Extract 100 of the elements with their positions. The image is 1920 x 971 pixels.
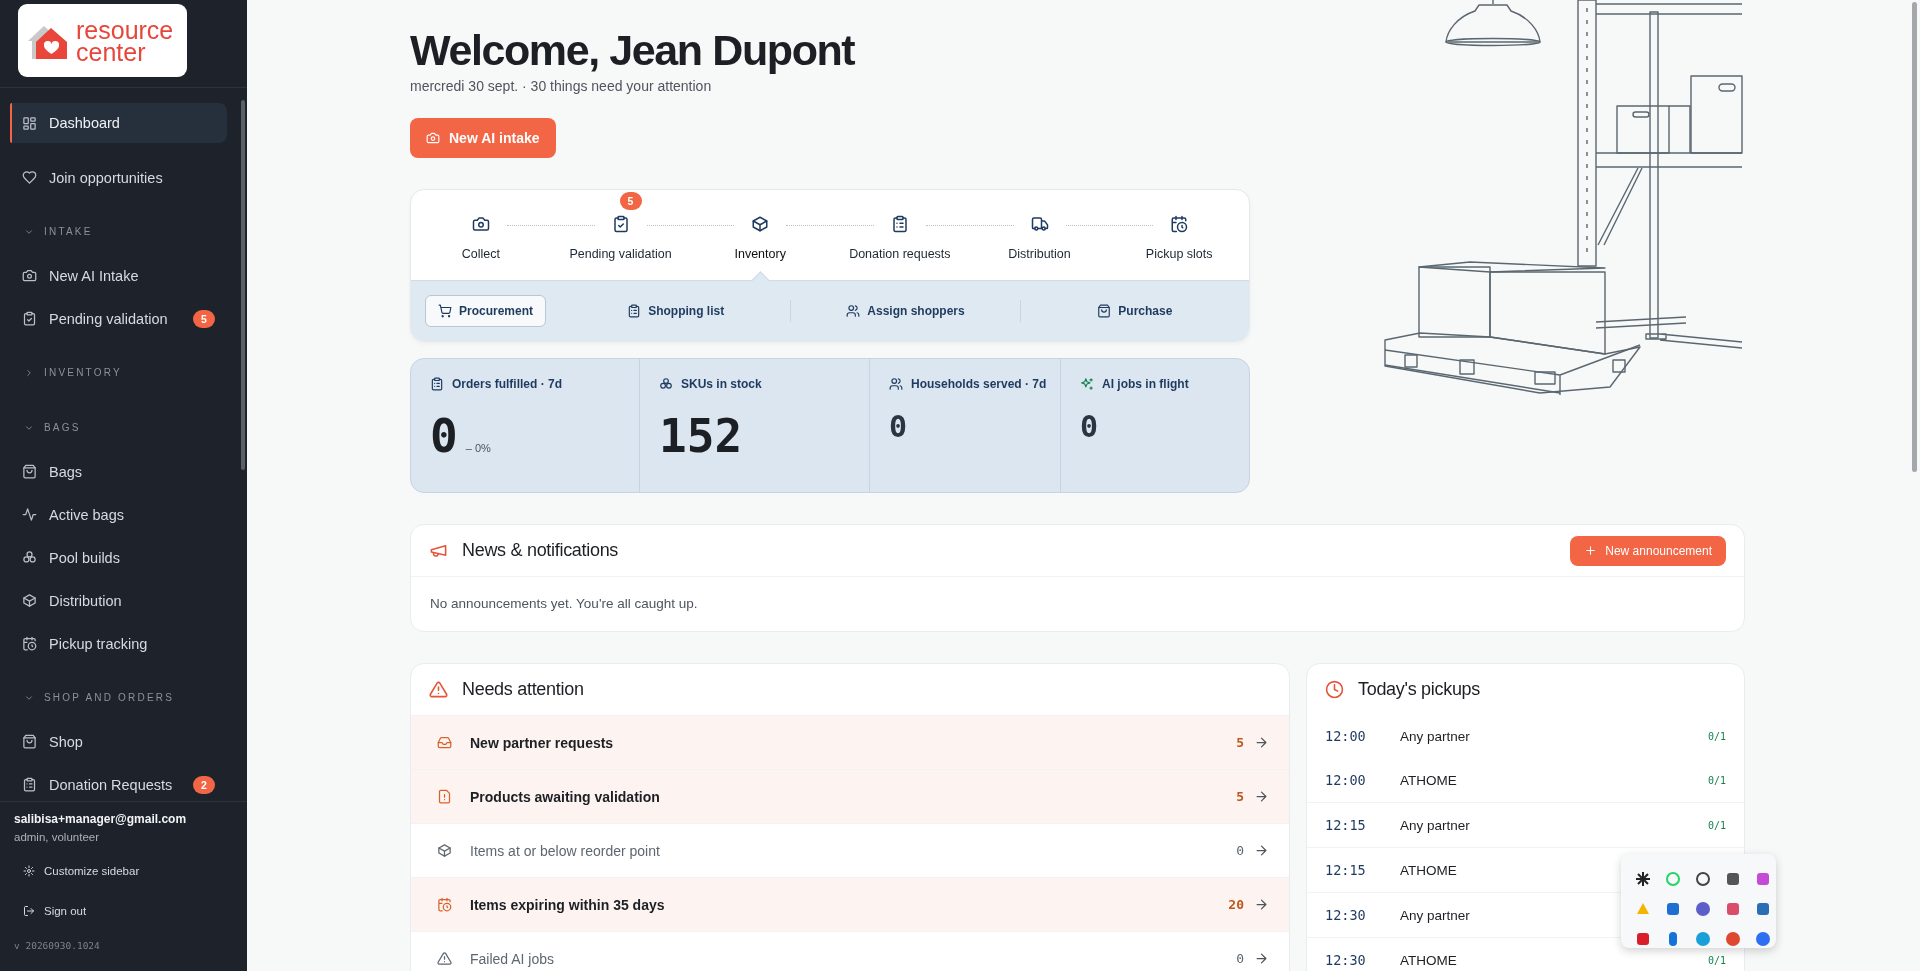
section-label: BAGS [44,422,81,433]
stat-value: 152 [659,408,743,465]
nav-item[interactable]: Pending validation 5 [10,297,227,340]
scrollbar-thumb[interactable] [1912,2,1917,472]
attention-label: Items at or below reorder point [470,842,661,859]
file-alert-icon [437,789,452,804]
pickup-partner: Any partner [1400,907,1470,923]
nav-item[interactable]: Pickup tracking [10,622,227,665]
bag-icon [1097,304,1112,318]
nav-item[interactable]: New AI Intake [10,254,227,297]
stat-value: 0 [430,408,458,465]
attention-label: Items expiring within 35 days [470,896,666,913]
plus-icon [1584,544,1598,557]
empty-message: No announcements yet. You're all caught up. [429,595,699,613]
card-title: Needs attention [462,679,585,700]
step-label: Distribution [1008,247,1071,261]
sidebar-link[interactable]: Customize sidebar [23,861,247,881]
settings-icon [23,865,35,877]
attention-label: Products awaiting validation [470,788,661,805]
pickup-time: 12:15 [1325,862,1367,878]
workflow-step[interactable]: Pickup slots [1109,190,1249,280]
arrow-right-icon [1254,843,1269,858]
section-label: INTAKE [44,226,93,237]
section-header[interactable]: INVENTORY [10,340,247,395]
nav-label: Pickup tracking [49,635,149,652]
nav-item[interactable]: Join opportunities [10,156,227,199]
truck-icon [1030,215,1049,233]
cube-icon [751,215,770,233]
step-label: Pending validation [569,247,672,261]
clipboard-list-icon [430,377,444,391]
attention-count: 0 [1236,843,1244,858]
app-icon[interactable] [1724,871,1741,887]
sign-out-icon [23,905,35,917]
pickup-slots: 0/1 [1707,954,1726,966]
sparkle-icon [1080,377,1094,391]
camera-icon [471,215,490,233]
arrow-right-icon [1254,951,1269,966]
count-badge: 5 [193,309,215,328]
logo-text: resource center [76,18,175,63]
card-title: Today's pickups [1358,678,1481,700]
app-icon[interactable] [1694,871,1711,887]
people-icon [846,304,861,318]
nav-label: Join opportunities [49,169,164,186]
page-subtitle: mercredi 30 sept. · 30 things need your attention [410,77,713,96]
warning-icon [429,680,448,699]
pickup-time: 12:30 [1325,952,1367,968]
cart-icon [438,304,452,318]
logo[interactable]: resource center [18,4,187,77]
stat-value: 0 [889,408,908,446]
pickup-slots: 0/1 [1707,730,1726,742]
cube-icon [437,843,452,858]
nav-item[interactable]: Shop [10,720,227,763]
arrow-right-icon [1254,789,1269,804]
pickup-time: 12:30 [1325,907,1367,923]
attention-row[interactable]: Failed AI jobs 0 [411,931,1289,971]
nav-item[interactable]: Pool builds [10,536,227,579]
nav-item[interactable]: Bags [10,450,227,493]
nav-item[interactable]: Distribution [10,579,227,622]
nav-label: Distribution [49,592,123,609]
attention-row[interactable]: Items expiring within 35 days 20 [411,877,1289,931]
nav-label: Active bags [49,506,125,523]
attention-count: 5 [1236,735,1244,750]
stat-label: Orders fulfilled · 7d [452,377,562,391]
count-badge: 5 [619,192,642,210]
section-label: SHOP AND ORDERS [44,692,175,703]
nav-label: Pool builds [49,549,121,566]
arrow-right-icon [1254,735,1269,750]
attention-count: 5 [1236,789,1244,804]
section-header[interactable]: INTAKE [10,199,247,254]
stat-value: 0 [1080,408,1099,446]
pickup-slots: 0/1 [1707,774,1726,786]
attention-row[interactable]: New partner requests 5 [411,715,1289,769]
section-header[interactable]: SHOP AND ORDERS [10,665,247,720]
user-email: salibisa+manager@gmail.com [14,812,188,826]
subtab[interactable]: Procurement [425,295,547,327]
app-icon[interactable] [1634,871,1651,887]
inbox-icon [437,735,452,750]
nav-item[interactable]: Active bags [10,493,227,536]
bag-icon [22,464,37,479]
pickup-time: 12:15 [1325,817,1367,833]
nav-label: Bags [49,463,84,480]
subtab[interactable]: Purchase [1084,295,1186,327]
pickup-time: 12:00 [1325,772,1367,788]
nav-item[interactable]: Donation Requests 2 [10,763,227,801]
attention-count: 0 [1236,951,1244,966]
scrollbar-thumb[interactable] [241,100,245,470]
section-header[interactable]: BAGS [10,395,247,450]
nav-item[interactable]: Dashboard [10,103,227,143]
attention-label: Failed AI jobs [470,950,556,967]
calendar-clock-icon [22,636,37,651]
step-label: Donation requests [849,247,951,261]
pickup-slots: 0/1 [1707,819,1726,831]
sidebar-link[interactable]: Sign out [23,901,247,921]
calendar-clock-icon [1170,215,1189,233]
nav-label: Shop [49,733,84,750]
subtab[interactable]: Assign shoppers [833,295,978,327]
nav-label: Pending validation [49,310,169,327]
subtab[interactable]: Shopping list [614,295,738,327]
chevron-right-icon [24,367,34,378]
attention-row[interactable]: Products awaiting validation 5 [411,769,1289,823]
